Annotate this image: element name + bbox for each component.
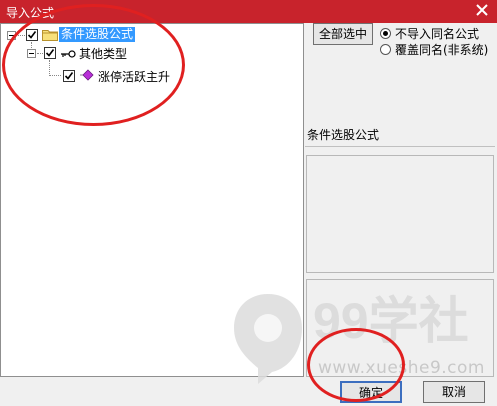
radio-overwrite-same-name-label: 覆盖同名(非系统) xyxy=(395,43,489,57)
annotation-ellipse-tree xyxy=(2,4,185,126)
close-icon[interactable] xyxy=(475,3,489,17)
select-all-button[interactable]: 全部选中 xyxy=(313,23,373,45)
formula-description-box xyxy=(306,155,494,273)
options-panel: 全部选中 不导入同名公式 覆盖同名(非系统) 条件选股公式 xyxy=(305,23,497,377)
divider xyxy=(305,146,495,147)
cancel-button[interactable]: 取消 xyxy=(423,381,485,403)
radio-overwrite-same-name-dot[interactable] xyxy=(380,44,391,55)
radio-skip-same-name-dot[interactable] xyxy=(380,28,391,39)
category-label: 条件选股公式 xyxy=(307,128,380,142)
radio-skip-same-name-label: 不导入同名公式 xyxy=(395,27,480,41)
annotation-ellipse-confirm xyxy=(307,328,405,402)
